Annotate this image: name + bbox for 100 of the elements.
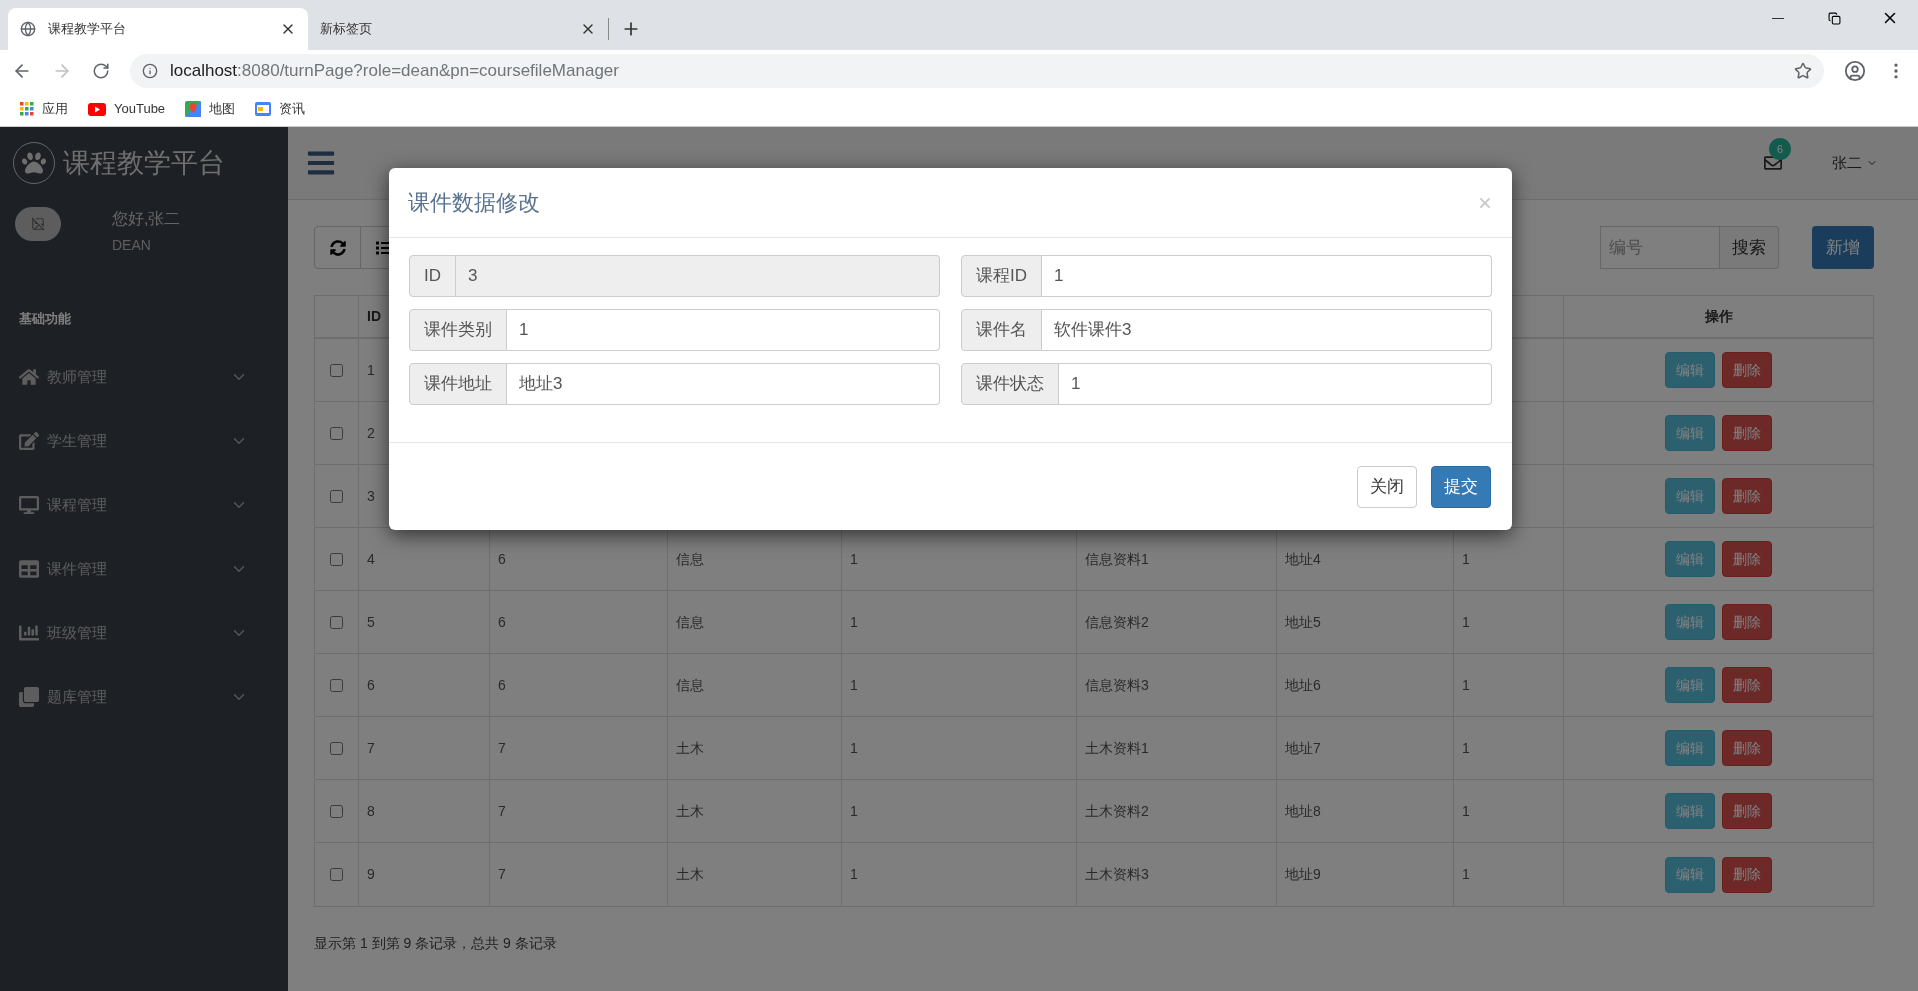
table-cell-text: 7 [367, 738, 375, 758]
row-checkbox[interactable] [330, 804, 343, 818]
input-field[interactable]: 软件课件3 [1042, 309, 1492, 351]
browser-tab[interactable]: 课程教学平台 [8, 8, 308, 50]
delete-button[interactable]: 删除 [1722, 856, 1772, 893]
add-button[interactable]: 新增 [1812, 226, 1874, 269]
row-checkbox[interactable] [330, 489, 343, 503]
minimize-icon [1772, 17, 1784, 19]
table-cell-text: 信息资料1 [1085, 549, 1149, 569]
edit-button[interactable]: 编辑 [1665, 604, 1715, 640]
edit-button[interactable]: 编辑 [1665, 415, 1715, 451]
field-label: 课件类别 [409, 309, 507, 351]
table-cell-text: 1 [367, 360, 375, 380]
table-cell-text: 1 [850, 612, 858, 632]
info-icon [142, 63, 158, 79]
input-field[interactable]: 地址3 [507, 363, 940, 405]
field-label: 课件地址 [409, 363, 507, 405]
table-cell-text: 1 [1462, 675, 1470, 695]
edit-button[interactable]: 编辑 [1665, 856, 1715, 893]
table-cell-text: 6 [498, 612, 506, 632]
table-cell-text: 3 [367, 486, 375, 506]
table-cell-text: 土木资料1 [1085, 738, 1149, 758]
table-cell-text: 信息 [676, 675, 704, 695]
field-label: 课件名 [961, 309, 1042, 351]
edit-button[interactable]: 编辑 [1665, 730, 1715, 766]
user-menu[interactable]: 张二 [1832, 151, 1878, 175]
grid-icon [19, 559, 39, 579]
refresh-button[interactable] [314, 226, 361, 269]
bookmark[interactable]: 地图 [177, 94, 244, 124]
news-icon [255, 102, 272, 116]
mail-icon[interactable] [1764, 154, 1782, 172]
table-cell-text: 9 [367, 865, 375, 884]
sidebar-item[interactable]: 教师管理 [0, 345, 288, 409]
delete-button[interactable]: 删除 [1722, 667, 1772, 703]
delete-button[interactable]: 删除 [1722, 793, 1772, 829]
brand-title: 课程教学平台 [63, 146, 225, 180]
delete-button[interactable]: 删除 [1722, 541, 1772, 577]
table-cell-text: 1 [850, 865, 858, 884]
browser-tab[interactable]: 新标签页 [308, 8, 608, 50]
submit-button[interactable]: 提交 [1431, 465, 1491, 508]
delete-button[interactable]: 删除 [1722, 730, 1772, 766]
delete-button[interactable]: 删除 [1722, 478, 1772, 514]
table-cell-text: 1 [1462, 612, 1470, 632]
bookmark[interactable]: 应用 [12, 94, 76, 124]
table-cell-text: 地址6 [1285, 675, 1321, 695]
edit-button[interactable]: 编辑 [1665, 352, 1715, 388]
record-summary: 显示第 1 到第 9 条记录，总共 9 条记录 [314, 934, 558, 953]
star-icon[interactable] [1794, 62, 1812, 80]
restore-icon [1827, 11, 1841, 25]
sidebar-item[interactable]: 课件管理 [0, 537, 288, 601]
edit-button[interactable]: 编辑 [1665, 667, 1715, 703]
table-cell-text: 2 [367, 423, 375, 443]
table-cell-text: 5 [367, 612, 375, 632]
field-label: ID [409, 255, 456, 297]
row-checkbox[interactable] [330, 868, 343, 881]
input-field[interactable]: 1 [507, 309, 940, 351]
delete-button[interactable]: 删除 [1722, 415, 1772, 451]
profile-icon[interactable] [1844, 60, 1866, 82]
row-checkbox[interactable] [330, 552, 343, 566]
greeting: 您好,张二 [112, 209, 181, 229]
column-header: 操作 [1704, 307, 1733, 326]
address-bar[interactable]: localhost:8080/turnPage?role=dean&pn=coursefileManager [130, 54, 1824, 88]
input-field[interactable]: 1 [1059, 363, 1492, 405]
play-logo-icon [88, 102, 106, 116]
edit-button[interactable]: 编辑 [1665, 541, 1715, 577]
input-field[interactable]: 1 [1042, 255, 1492, 297]
delete-button[interactable]: 删除 [1722, 352, 1772, 388]
table-cell-text: 信息资料2 [1085, 612, 1149, 632]
table-cell-text: 1 [850, 675, 858, 695]
row-checkbox[interactable] [330, 426, 343, 440]
edit-button[interactable]: 编辑 [1665, 793, 1715, 829]
notification-badge: 6 [1769, 138, 1791, 160]
globe-icon [20, 21, 36, 37]
sidebar-item[interactable]: 课程管理 [0, 473, 288, 537]
delete-button[interactable]: 删除 [1722, 604, 1772, 640]
edit-button[interactable]: 编辑 [1665, 478, 1715, 514]
table-cell-text: 信息资料3 [1085, 675, 1149, 695]
field-label: 课件状态 [961, 363, 1059, 405]
table-cell-text: 地址4 [1285, 549, 1321, 569]
refresh-icon [329, 239, 346, 256]
table-cell-text: 4 [367, 549, 375, 569]
table-cell-text: 土木 [676, 801, 704, 821]
reload-icon[interactable] [92, 62, 110, 80]
sidebar-item[interactable]: 学生管理 [0, 409, 288, 473]
row-checkbox[interactable] [330, 678, 343, 692]
table-cell-text: 1 [1462, 738, 1470, 758]
bookmark[interactable]: YouTube [80, 94, 174, 124]
search-button[interactable]: 搜索 [1720, 226, 1779, 269]
sidebar-item[interactable]: 题库管理 [0, 665, 288, 729]
row-checkbox[interactable] [330, 741, 343, 755]
table-cell-text: 1 [1462, 549, 1470, 569]
bookmark[interactable]: 资讯 [247, 94, 314, 124]
table-cell-text: 信息 [676, 549, 704, 569]
sidebar-item[interactable]: 班级管理 [0, 601, 288, 665]
table-cell-text: 地址5 [1285, 612, 1321, 632]
close-button[interactable]: 关闭 [1357, 465, 1417, 508]
row-checkbox[interactable] [330, 615, 343, 629]
row-checkbox[interactable] [330, 363, 343, 377]
table-cell-text: 7 [498, 865, 506, 884]
map-pin-icon [185, 101, 202, 117]
